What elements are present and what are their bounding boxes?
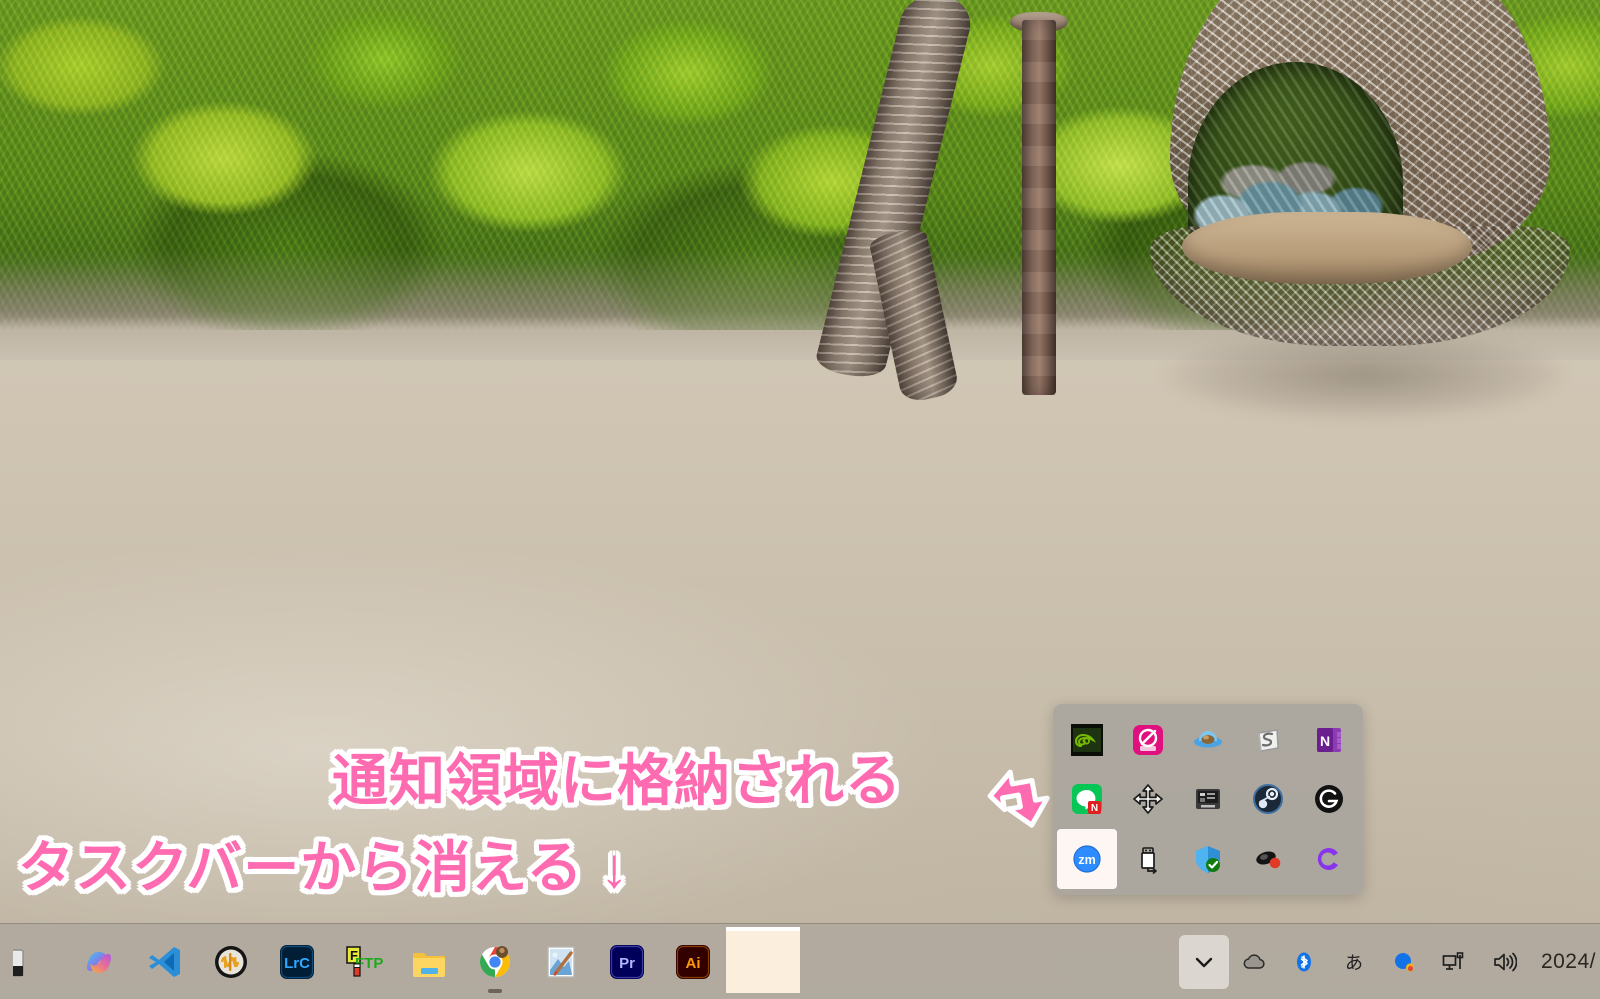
ime-a-icon: あ <box>1345 953 1363 973</box>
tray-item-blue-hat-app-icon[interactable] <box>1178 710 1238 770</box>
move-cursor-icon <box>1132 784 1163 815</box>
taskbar-app-paint[interactable] <box>528 924 594 999</box>
diagonal-arrow-down-right-icon <box>987 769 1050 828</box>
show-hidden-icons-chevron[interactable] <box>1178 935 1229 989</box>
copilot-icon <box>86 952 112 973</box>
taskbar-clock[interactable]: 2024/ <box>1529 950 1596 974</box>
tray-item-zoom-icon[interactable]: zm <box>1057 829 1118 889</box>
tray-item-luminar-icon[interactable] <box>1117 710 1177 770</box>
cloud-icon <box>1243 954 1265 969</box>
volume-tray-button[interactable] <box>1479 935 1529 989</box>
svg-text:N: N <box>1320 733 1330 749</box>
rec-app-icon <box>1256 851 1281 869</box>
ime-mode-tray-button[interactable]: あ <box>1329 935 1379 989</box>
speaker-icon <box>1494 952 1517 972</box>
blue-hat-app-icon <box>1193 730 1222 748</box>
taskbar-app-lightroom[interactable]: LrC <box>264 924 330 999</box>
taskbar-app-premiere[interactable]: Pr <box>594 924 660 999</box>
premiere-pro-icon: Pr <box>610 945 644 979</box>
tray-item-line-icon[interactable]: N <box>1057 770 1117 830</box>
hidden-icons-flyout[interactable]: N N zm <box>1053 704 1363 895</box>
taskbar-app-illustrator[interactable]: Ai <box>660 924 726 999</box>
tray-item-device-manager-icon[interactable] <box>1178 770 1238 830</box>
line-icon: N <box>1072 784 1103 815</box>
annotation-taskbar-note: タスクバーから消える ↓ <box>18 836 630 899</box>
taskbar-app-explorer[interactable] <box>396 924 462 999</box>
taskbar-app-ffftp[interactable]: F FTP <box>330 924 396 999</box>
svg-text:N: N <box>1091 803 1098 814</box>
system-tray: あ 2024/ <box>1178 924 1600 999</box>
bluetooth-tray-button[interactable] <box>1279 935 1329 989</box>
tray-item-s-scroll-app-icon[interactable] <box>1238 710 1298 770</box>
chevron-down-icon <box>1195 957 1213 968</box>
paint-icon <box>547 946 575 978</box>
luminar-icon <box>1132 724 1163 755</box>
nvidia-settings-icon <box>1071 723 1104 756</box>
ime-tool-tray-button[interactable] <box>1379 935 1429 989</box>
taskbar-app-copilot[interactable] <box>66 924 132 999</box>
tray-item-windows-security-icon[interactable] <box>1178 829 1238 889</box>
taskbar[interactable]: LrC F FTP Pr Ai あ 2024/ <box>0 923 1600 999</box>
tray-item-move-cursor-icon[interactable] <box>1117 770 1177 830</box>
s-scroll-app-icon <box>1258 729 1280 752</box>
svg-text:Pr: Pr <box>619 955 635 972</box>
taskbar-app-audio[interactable] <box>198 924 264 999</box>
taskbar-app-vscode[interactable] <box>132 924 198 999</box>
taskbar-app-cut[interactable] <box>0 924 66 999</box>
safely-remove-usb-icon <box>1140 847 1157 875</box>
file-explorer-icon <box>413 953 445 977</box>
tray-item-safely-remove-usb-icon[interactable] <box>1117 829 1177 889</box>
zoom-icon: zm <box>1073 845 1101 873</box>
bluetooth-icon <box>1296 952 1311 972</box>
onedrive-tray-button[interactable] <box>1229 935 1279 989</box>
audio-app-icon <box>215 946 247 978</box>
tray-item-logitech-g-hub-icon[interactable] <box>1299 770 1359 830</box>
cut-off-app-icon <box>13 949 24 977</box>
network-tray-button[interactable] <box>1429 935 1479 989</box>
wallpaper-pod-seat <box>1182 212 1472 284</box>
steam-icon <box>1253 784 1284 815</box>
onenote-icon: N <box>1316 727 1341 752</box>
tray-item-onenote-icon[interactable]: N <box>1299 710 1359 770</box>
logitech-g-hub-icon <box>1314 785 1343 814</box>
ffftp-icon: F FTP <box>346 946 383 977</box>
chrome-icon <box>479 946 511 977</box>
device-manager-icon <box>1195 789 1220 810</box>
svg-text:Ai: Ai <box>686 955 701 972</box>
tray-item-nvidia-settings-icon[interactable] <box>1057 710 1117 770</box>
monitor-icon <box>1442 952 1464 970</box>
illustrator-icon: Ai <box>676 945 710 979</box>
running-indicator <box>488 989 502 993</box>
taskbar-app-list: LrC F FTP Pr Ai <box>0 924 800 999</box>
wallpaper-hanging-chair <box>1130 0 1590 360</box>
tray-item-rec-app-icon[interactable] <box>1238 829 1298 889</box>
tray-item-c-app-icon[interactable] <box>1299 829 1359 889</box>
annotation-tray-note: 通知領域に格納される <box>332 749 902 812</box>
vscode-icon <box>149 947 180 977</box>
svg-text:あ: あ <box>1345 953 1363 973</box>
svg-text:zm: zm <box>1079 853 1096 867</box>
taskbar-app-chrome[interactable] <box>462 924 528 999</box>
svg-text:LrC: LrC <box>284 955 310 972</box>
wallpaper-wooden-post <box>1022 20 1056 395</box>
taskbar-empty-slot <box>726 927 800 993</box>
tray-item-steam-icon[interactable] <box>1238 770 1298 830</box>
ime-circle-icon <box>1394 953 1414 972</box>
desktop-screen: 通知領域に格納される タスクバーから消える ↓ N N zm LrC F FTP… <box>0 0 1600 999</box>
lightroom-classic-icon: LrC <box>280 945 314 979</box>
windows-security-icon <box>1195 846 1220 874</box>
c-app-icon <box>1317 848 1338 871</box>
